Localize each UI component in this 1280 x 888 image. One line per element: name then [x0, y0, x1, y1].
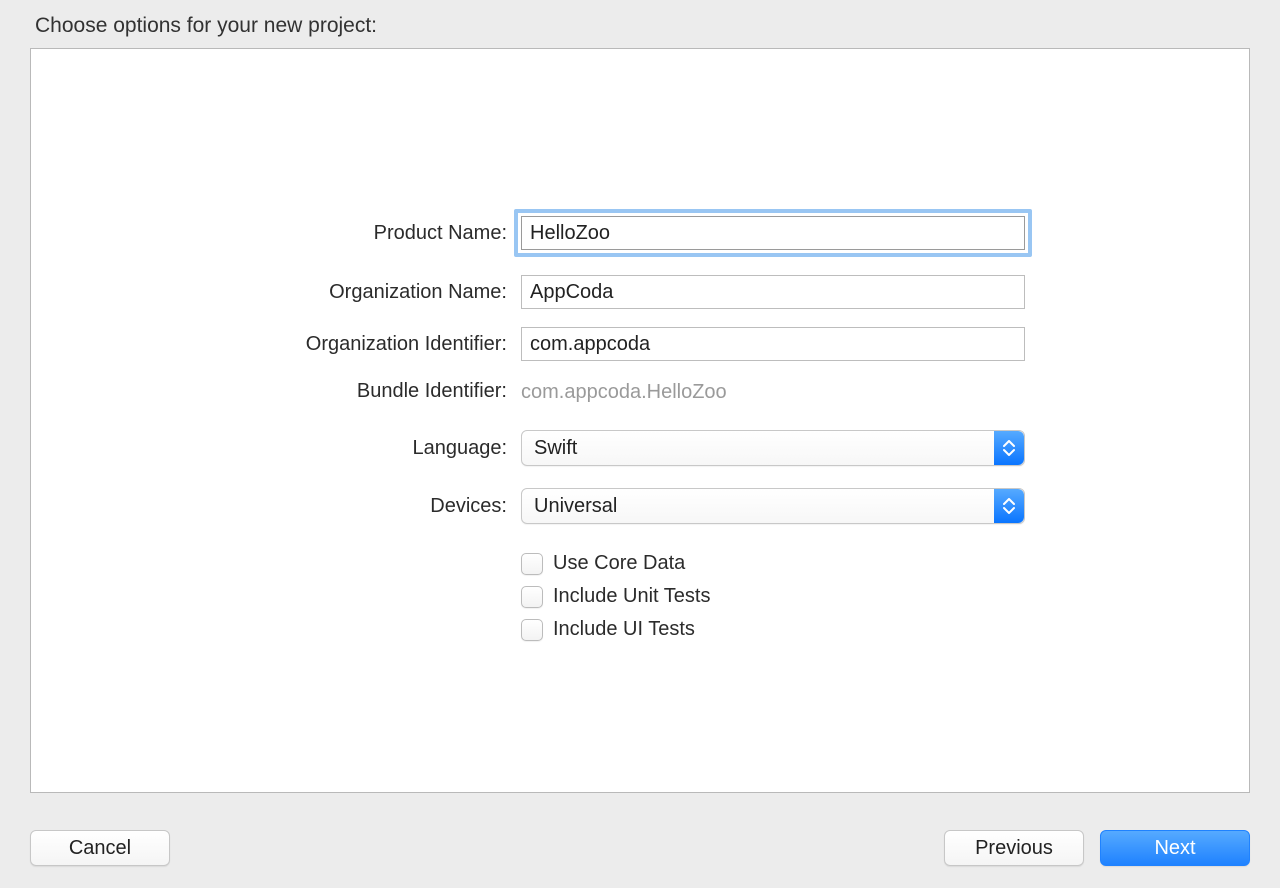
organization-identifier-label: Organization Identifier: [31, 333, 521, 356]
sheet-title: Choose options for your new project: [35, 14, 1280, 38]
include-ui-tests-label: Include UI Tests [553, 618, 695, 641]
cancel-button[interactable]: Cancel [30, 830, 170, 866]
include-unit-tests-checkbox[interactable] [521, 586, 543, 608]
options-panel: Product Name: Organization Name: Organiz… [30, 48, 1250, 793]
product-name-label: Product Name: [31, 222, 521, 245]
updown-arrows-icon [994, 489, 1024, 523]
devices-label: Devices: [31, 495, 521, 518]
devices-popup[interactable]: Universal [521, 488, 1025, 524]
new-project-options-sheet: Choose options for your new project: Pro… [0, 0, 1280, 888]
updown-arrows-icon [994, 431, 1024, 465]
next-button[interactable]: Next [1100, 830, 1250, 866]
organization-identifier-input[interactable] [521, 327, 1025, 361]
product-name-input[interactable] [521, 216, 1025, 250]
language-label: Language: [31, 437, 521, 460]
organization-name-label: Organization Name: [31, 281, 521, 304]
devices-popup-value: Universal [534, 495, 617, 518]
previous-button[interactable]: Previous [944, 830, 1084, 866]
organization-name-input[interactable] [521, 275, 1025, 309]
bundle-identifier-value: com.appcoda.HelloZoo [521, 379, 1031, 404]
footer: Cancel Previous Next [0, 830, 1280, 866]
use-core-data-label: Use Core Data [553, 552, 685, 575]
include-unit-tests-label: Include Unit Tests [553, 585, 711, 608]
product-name-focus-ring [514, 209, 1032, 257]
form: Product Name: Organization Name: Organiz… [31, 209, 1249, 651]
bundle-identifier-label: Bundle Identifier: [31, 380, 521, 403]
language-popup-value: Swift [534, 437, 577, 460]
include-ui-tests-checkbox[interactable] [521, 619, 543, 641]
use-core-data-checkbox[interactable] [521, 553, 543, 575]
language-popup[interactable]: Swift [521, 430, 1025, 466]
